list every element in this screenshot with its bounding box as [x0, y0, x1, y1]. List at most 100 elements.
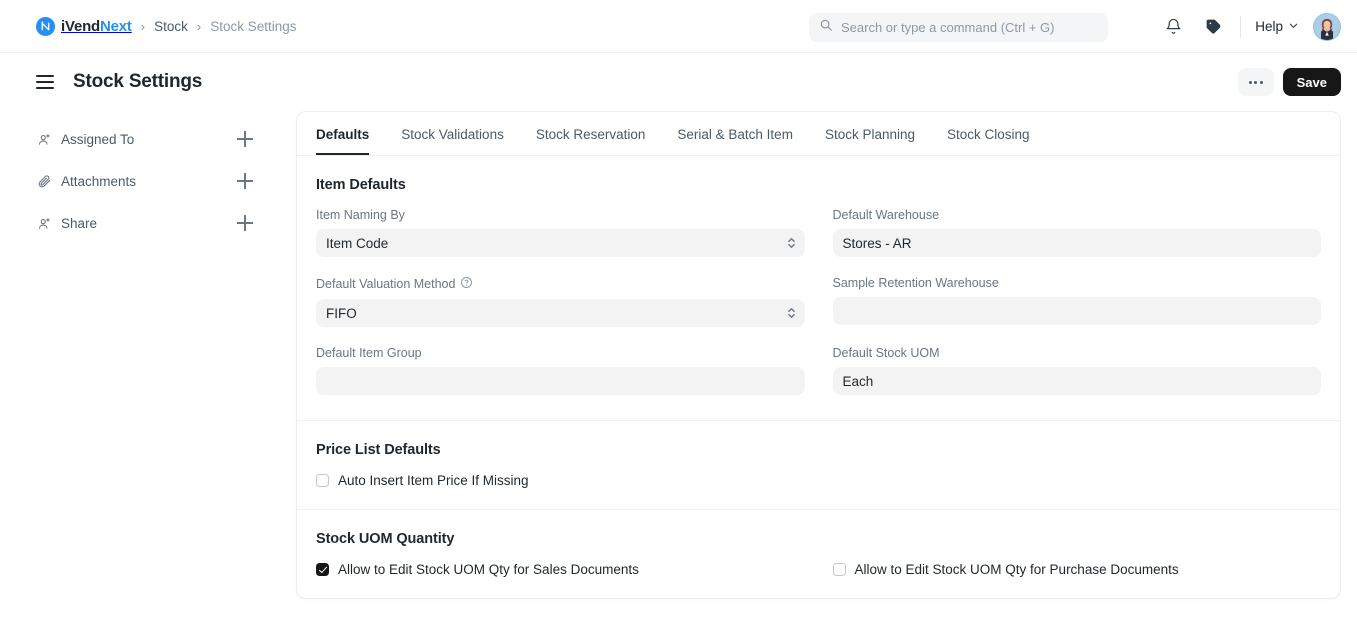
tab-defaults[interactable]: Defaults — [316, 127, 370, 155]
item-defaults-grid: Item Naming By Item Code Default Warehou — [316, 208, 1321, 414]
field-label: Default Item Group — [316, 346, 805, 360]
checkbox-row-edit-uom-purchase[interactable]: Allow to Edit Stock UOM Qty for Purchase… — [832, 562, 1322, 577]
field-sample-retention-warehouse: Sample Retention Warehouse — [832, 276, 1322, 327]
field-default-valuation-method: Default Valuation Method FIFO — [316, 276, 805, 327]
page-header-actions: Save — [1237, 53, 1341, 111]
field-value: FIFO — [326, 305, 357, 321]
sample-retention-warehouse-input[interactable] — [832, 297, 1321, 325]
tab-stock-reservation[interactable]: Stock Reservation — [536, 127, 646, 155]
navbar-right-actions: Help — [1160, 0, 1341, 53]
label-text: Default Item Group — [316, 346, 422, 360]
field-item-naming-by: Item Naming By Item Code — [316, 208, 805, 257]
tab-stock-closing[interactable]: Stock Closing — [947, 127, 1030, 155]
price-list-defaults-grid: Auto Insert Item Price If Missing — [316, 473, 1321, 503]
user-plus-icon — [36, 131, 52, 147]
default-stock-uom-input[interactable]: Each — [832, 367, 1321, 395]
tag-icon[interactable] — [1200, 14, 1226, 40]
section-title: Price List Defaults — [316, 442, 441, 458]
ivendnext-logo-icon — [36, 16, 55, 36]
brand-text: iVendNext — [61, 18, 132, 35]
brand-text-second: Next — [100, 17, 132, 35]
global-search[interactable] — [809, 13, 1108, 42]
search-input[interactable] — [841, 20, 1098, 35]
default-warehouse-input[interactable]: Stores - AR — [832, 229, 1321, 257]
section-price-list-defaults: Price List Defaults Auto Insert Item Pri… — [297, 421, 1340, 510]
stock-uom-quantity-grid: Allow to Edit Stock UOM Qty for Sales Do… — [316, 562, 1321, 592]
checkbox-label: Auto Insert Item Price If Missing — [338, 473, 529, 488]
label-text: Default Valuation Method — [316, 277, 456, 291]
tab-stock-validations[interactable]: Stock Validations — [401, 127, 504, 155]
field-value: Stores - AR — [842, 235, 912, 251]
hamburger-icon[interactable] — [36, 75, 54, 89]
field-value: Each — [842, 373, 874, 389]
help-circle-icon[interactable] — [460, 276, 473, 292]
sidebar: Assigned To Attachments Share — [36, 111, 261, 599]
checkbox-label: Allow to Edit Stock UOM Qty for Purchase… — [854, 562, 1179, 577]
field-default-warehouse: Default Warehouse Stores - AR — [832, 208, 1322, 257]
page-header: Stock Settings Save — [0, 53, 1357, 111]
breadcrumb-stock[interactable]: Stock — [154, 19, 188, 34]
brand-text-first: iVend — [61, 17, 101, 35]
sidebar-item-label: Share — [61, 215, 98, 231]
field-label: Default Warehouse — [833, 208, 1322, 222]
section-item-defaults: Item Defaults Item Naming By Item Code D… — [297, 156, 1340, 421]
item-naming-by-select[interactable]: Item Code — [316, 229, 805, 257]
add-attachment-icon[interactable] — [237, 173, 253, 189]
sidebar-item-label: Attachments — [61, 173, 137, 189]
checkbox-label: Allow to Edit Stock UOM Qty for Sales Do… — [338, 562, 639, 577]
field-default-item-group: Default Item Group — [316, 346, 805, 395]
user-plus-icon — [36, 215, 52, 231]
field-label: Default Stock UOM — [833, 346, 1322, 360]
checkbox-row-auto-insert-item-price[interactable]: Auto Insert Item Price If Missing — [316, 473, 805, 488]
add-share-icon[interactable] — [237, 215, 253, 231]
section-title: Stock UOM Quantity — [316, 531, 455, 547]
allow-edit-uom-sales-checkbox[interactable] — [316, 563, 329, 576]
tab-bar: Defaults Stock Validations Stock Reserva… — [297, 112, 1340, 156]
label-text: Default Stock UOM — [832, 346, 940, 360]
default-item-group-input[interactable] — [316, 367, 805, 395]
label-text: Item Naming By — [316, 208, 405, 222]
section-title: Item Defaults — [316, 177, 406, 193]
ellipsis-dot — [1248, 80, 1252, 84]
field-default-stock-uom: Default Stock UOM Each — [832, 346, 1322, 395]
settings-card: Defaults Stock Validations Stock Reserva… — [296, 111, 1341, 599]
more-options-button[interactable] — [1237, 68, 1274, 96]
sidebar-item-label: Assigned To — [61, 131, 135, 147]
allow-edit-uom-purchase-checkbox[interactable] — [832, 563, 846, 576]
chevron-updown-icon — [787, 236, 796, 250]
navbar-divider — [1240, 15, 1242, 38]
auto-insert-item-price-checkbox[interactable] — [316, 474, 329, 487]
label-text: Default Warehouse — [832, 208, 940, 222]
paperclip-icon — [36, 173, 52, 189]
breadcrumb-separator-2: › — [196, 18, 202, 34]
save-button[interactable]: Save — [1282, 68, 1341, 96]
chevron-down-icon — [1288, 19, 1299, 34]
add-assignment-icon[interactable] — [237, 131, 253, 147]
sidebar-item-attachments[interactable]: Attachments — [36, 160, 261, 202]
default-valuation-method-select[interactable]: FIFO — [316, 299, 805, 327]
field-label: Default Valuation Method — [316, 276, 805, 292]
tab-stock-planning[interactable]: Stock Planning — [825, 127, 915, 155]
top-navbar: iVendNext › Stock › Stock Settings Help — [0, 0, 1357, 53]
help-label: Help — [1255, 19, 1283, 34]
chevron-updown-icon — [787, 306, 796, 320]
sidebar-item-share[interactable]: Share — [36, 202, 261, 244]
bell-icon[interactable] — [1160, 14, 1186, 40]
tab-serial-batch-item[interactable]: Serial & Batch Item — [677, 127, 793, 155]
field-value: Item Code — [326, 235, 389, 251]
brand-logo-link[interactable]: iVendNext — [36, 16, 132, 36]
ellipsis-dot — [1254, 80, 1258, 84]
user-avatar[interactable] — [1313, 12, 1341, 41]
checkbox-row-edit-uom-sales[interactable]: Allow to Edit Stock UOM Qty for Sales Do… — [316, 562, 805, 577]
page-body: Assigned To Attachments Share Defaults S… — [0, 111, 1357, 599]
help-menu-button[interactable]: Help — [1255, 19, 1299, 34]
breadcrumb-stock-settings: Stock Settings — [210, 18, 297, 34]
field-label: Sample Retention Warehouse — [833, 276, 1322, 290]
breadcrumb-separator-1: › — [140, 18, 146, 34]
page-title: Stock Settings — [73, 71, 203, 92]
ellipsis-dot — [1259, 80, 1263, 84]
search-icon — [819, 18, 833, 37]
field-label: Item Naming By — [316, 208, 805, 222]
sidebar-item-assigned-to[interactable]: Assigned To — [36, 118, 261, 160]
label-text: Sample Retention Warehouse — [832, 276, 999, 290]
